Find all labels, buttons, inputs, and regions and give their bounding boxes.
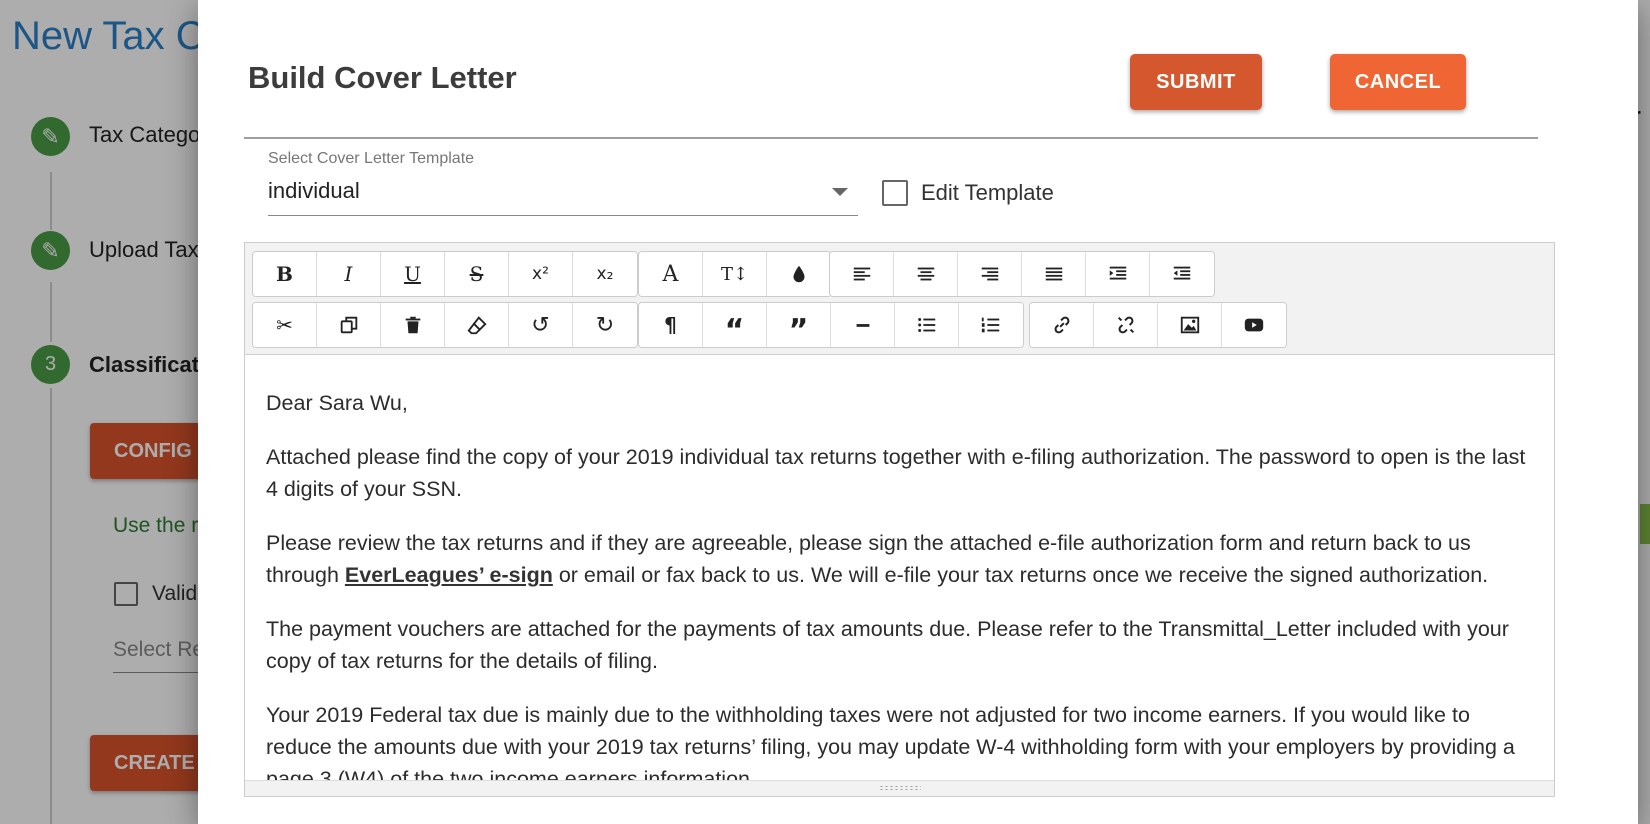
letter-paragraph: The payment vouchers are attached for th…	[266, 617, 1509, 673]
dialog-title: Build Cover Letter	[248, 60, 517, 95]
indent-icon[interactable]	[1086, 252, 1150, 296]
font-color-icon[interactable]: A	[639, 252, 703, 296]
align-left-icon[interactable]	[830, 252, 894, 296]
align-center-icon[interactable]	[894, 252, 958, 296]
horizontal-rule-icon[interactable]	[831, 303, 895, 347]
link-icon[interactable]	[1030, 303, 1094, 347]
quote-close-icon[interactable]: ”	[767, 303, 831, 347]
toolbar-group-edit: ✂ ↺ ↻	[252, 302, 638, 348]
template-select[interactable]: individual	[268, 178, 858, 216]
build-cover-letter-dialog: Build Cover Letter SUBMIT CANCEL Select …	[198, 0, 1638, 824]
letter-paragraph: Your 2019 Federal tax due is mainly due …	[266, 703, 1515, 782]
toolbar-group-alignment	[829, 251, 1215, 297]
undo-icon[interactable]: ↺	[509, 303, 573, 347]
font-size-icon[interactable]: T↕	[703, 252, 767, 296]
letter-paragraph: Attached please find the copy of your 20…	[266, 445, 1526, 501]
header-divider	[244, 137, 1538, 139]
submit-button[interactable]: SUBMIT	[1130, 54, 1262, 110]
highlight-icon[interactable]	[767, 252, 831, 296]
editor-resize-handle[interactable]	[245, 780, 1554, 796]
quote-open-icon[interactable]: “	[703, 303, 767, 347]
cut-icon[interactable]: ✂	[253, 303, 317, 347]
copy-icon[interactable]	[317, 303, 381, 347]
unlink-icon[interactable]	[1094, 303, 1158, 347]
letter-paragraph: Please review the tax returns and if the…	[266, 527, 1534, 591]
dropdown-arrow-icon[interactable]	[832, 188, 848, 196]
image-icon[interactable]	[1158, 303, 1222, 347]
delete-icon[interactable]	[381, 303, 445, 347]
editor-content[interactable]: Dear Sara Wu, Attached please find the c…	[245, 357, 1554, 782]
letter-greeting: Dear Sara Wu,	[266, 391, 408, 415]
redo-icon[interactable]: ↻	[573, 303, 637, 347]
eraser-icon[interactable]	[445, 303, 509, 347]
italic-icon[interactable]: I	[317, 252, 381, 296]
align-right-icon[interactable]	[958, 252, 1022, 296]
subscript-icon[interactable]: x₂	[573, 252, 637, 296]
letter-text: or email or fax back to us. We will e-fi…	[552, 563, 1489, 587]
editor-toolbar: B I U S x² x₂ A T↕ ✂ ↺ ↻ ¶ “ ”	[245, 243, 1554, 355]
strikethrough-icon[interactable]: S	[445, 252, 509, 296]
cancel-button[interactable]: CANCEL	[1330, 54, 1466, 110]
outdent-icon[interactable]	[1150, 252, 1214, 296]
toolbar-group-block: ¶ “ ”	[638, 302, 1024, 348]
superscript-icon[interactable]: x²	[509, 252, 573, 296]
bullet-list-icon[interactable]	[895, 303, 959, 347]
video-icon[interactable]	[1222, 303, 1286, 347]
justify-icon[interactable]	[1022, 252, 1086, 296]
rich-text-editor: B I U S x² x₂ A T↕ ✂ ↺ ↻ ¶ “ ” Dear Sara…	[244, 242, 1555, 797]
underline-icon[interactable]: U	[381, 252, 445, 296]
esign-link[interactable]: EverLeagues’ e-sign	[345, 563, 553, 587]
template-select-label: Select Cover Letter Template	[268, 150, 475, 167]
numbered-list-icon[interactable]	[959, 303, 1023, 347]
edit-template-checkbox[interactable]	[882, 180, 908, 206]
template-select-value: individual	[268, 178, 360, 203]
edit-template-label[interactable]: Edit Template	[921, 180, 1054, 206]
paragraph-icon[interactable]: ¶	[639, 303, 703, 347]
bold-icon[interactable]: B	[253, 252, 317, 296]
toolbar-group-font: A T↕	[638, 251, 832, 297]
toolbar-group-insert	[1029, 302, 1287, 348]
toolbar-group-text-style: B I U S x² x₂	[252, 251, 638, 297]
resize-grip-icon[interactable]	[878, 785, 921, 791]
